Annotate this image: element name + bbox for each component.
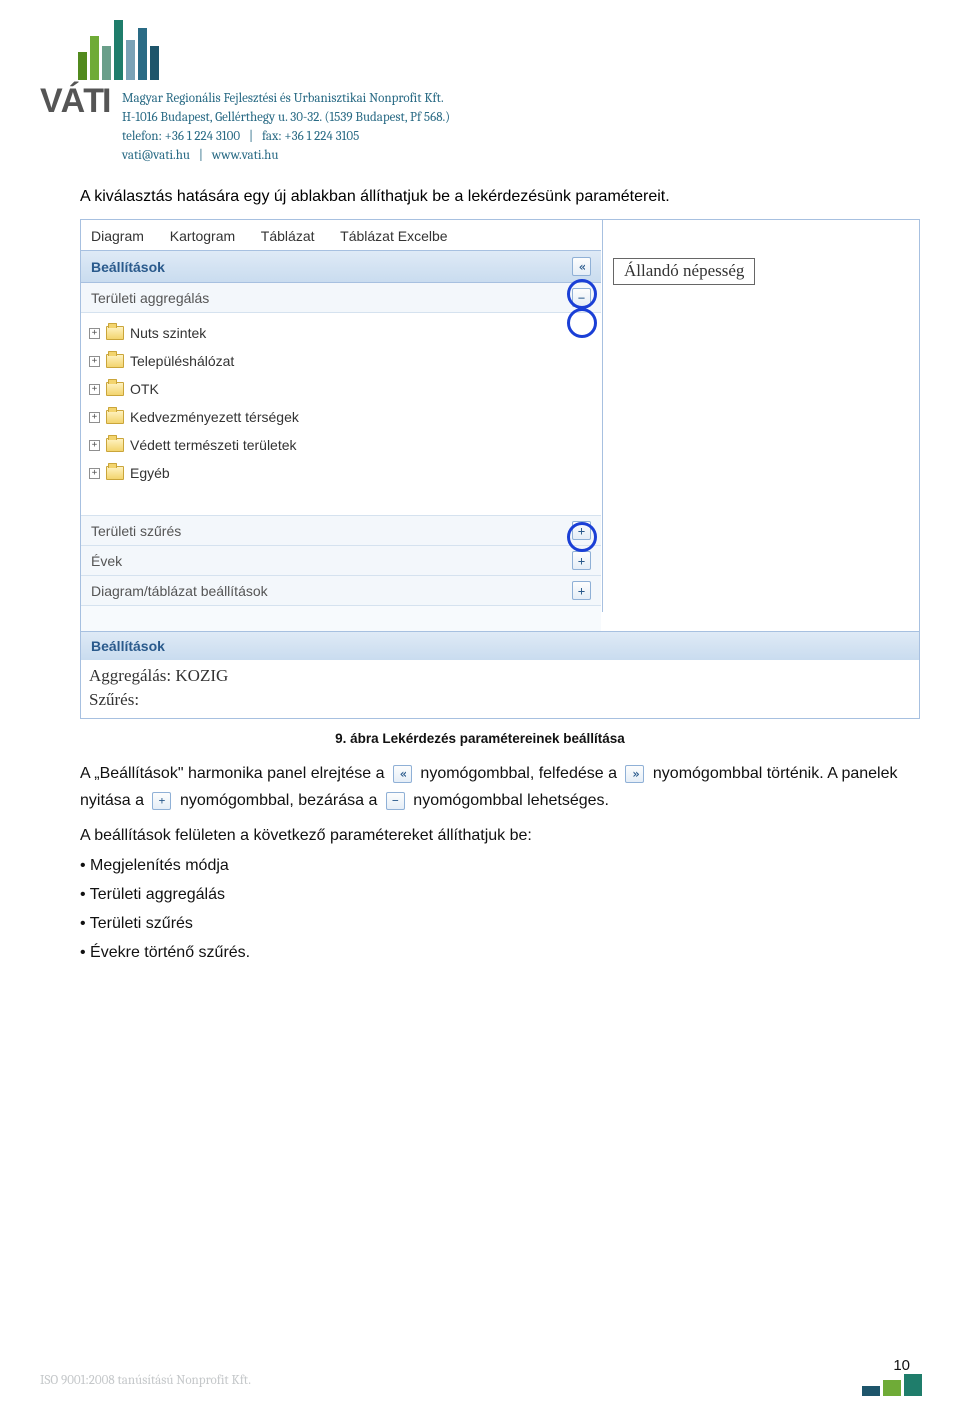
area-filter-label: Területi szűrés (91, 523, 181, 539)
corner-bars-icon (862, 1374, 922, 1396)
area-filter-expand-button[interactable]: + (572, 521, 591, 540)
page: VÁTI Magyar Regionális Fejlesztési és Ur… (0, 0, 960, 1426)
logo-bars-icon (78, 10, 180, 80)
chart-settings-row: Diagram/táblázat beállítások + (81, 575, 601, 605)
tab-tablazat-excel[interactable]: Táblázat Excelbe (340, 228, 447, 244)
area-aggregation-label: Területi aggregálás (91, 290, 209, 306)
tree-item[interactable]: +Védett természeti területek (89, 431, 601, 459)
list-item: Területi aggregálás (80, 881, 920, 908)
inline-minus-icon: − (386, 792, 405, 810)
years-label: Évek (91, 553, 122, 569)
inline-expand-icon: » (625, 765, 644, 783)
tree-item[interactable]: +Településhálózat (89, 347, 601, 375)
list-item: Évekre történő szűrés. (80, 939, 920, 966)
app-screenshot: Diagram Kartogram Táblázat Táblázat Exce… (80, 219, 920, 719)
tree-item[interactable]: +Nuts szintek (89, 319, 601, 347)
tree-item[interactable]: +Kedvezményezett térségek (89, 403, 601, 431)
chart-settings-expand-button[interactable]: + (572, 581, 591, 600)
collapse-settings-button[interactable]: « (572, 257, 591, 276)
indicator-tag[interactable]: Állandó népesség (613, 258, 755, 285)
header-address-block: Magyar Regionális Fejlesztési és Urbanis… (122, 90, 450, 165)
tree-expand-icon[interactable]: + (89, 328, 100, 339)
tab-diagram[interactable]: Diagram (91, 228, 144, 244)
folder-icon (106, 438, 124, 452)
paragraph-1: A „Beállítások" harmonika panel elrejtés… (80, 760, 920, 814)
area-aggregation-collapse-button[interactable]: − (572, 288, 591, 307)
footer-settings-header: Beállítások (81, 631, 919, 660)
letterhead: VÁTI Magyar Regionális Fejlesztési és Ur… (40, 10, 920, 165)
footer-status: Aggregálás: KOZIG Szűrés: (81, 660, 919, 718)
area-aggregation-row: Területi aggregálás − (81, 283, 601, 313)
tree-item[interactable]: +Egyéb (89, 459, 601, 487)
list-item: Megjelenítés módja (80, 852, 920, 879)
bullet-list: Megjelenítés módja Területi aggregálás T… (80, 852, 920, 967)
tree-expand-icon[interactable]: + (89, 440, 100, 451)
inline-plus-icon: + (152, 792, 171, 810)
tree-expand-icon[interactable]: + (89, 412, 100, 423)
area-filter-row: Területi szűrés + (81, 515, 601, 545)
tree-item[interactable]: +OTK (89, 375, 601, 403)
company-phone: telefon: +36 1 224 3100 | fax: +36 1 224… (122, 128, 450, 147)
company-links: vati@vati.hu | www.vati.hu (122, 147, 450, 166)
blank-row (81, 605, 601, 631)
right-panel: Állandó népesség (602, 220, 919, 612)
list-item: Területi szűrés (80, 910, 920, 937)
years-row: Évek + (81, 545, 601, 575)
footer-settings-title: Beállítások (91, 638, 165, 654)
inline-collapse-icon: « (393, 765, 412, 783)
page-number: 10 (893, 1357, 910, 1374)
years-expand-button[interactable]: + (572, 551, 591, 570)
folder-icon (106, 326, 124, 340)
tab-tablazat[interactable]: Táblázat (261, 228, 315, 244)
folder-icon (106, 354, 124, 368)
tree-expand-icon[interactable]: + (89, 468, 100, 479)
chart-settings-label: Diagram/táblázat beállítások (91, 583, 268, 599)
tree-expand-icon[interactable]: + (89, 356, 100, 367)
tree-expand-icon[interactable]: + (89, 384, 100, 395)
company-address: H-1016 Budapest, Gellérthegy u. 30-32. (… (122, 109, 450, 128)
company-name: Magyar Regionális Fejlesztési és Urbanis… (122, 90, 450, 109)
aggregation-value: Aggregálás: KOZIG (89, 664, 911, 688)
settings-header: Beállítások « (81, 250, 601, 283)
folder-icon (106, 466, 124, 480)
intro-text: A kiválasztás hatására egy új ablakban á… (80, 185, 920, 209)
folder-icon (106, 382, 124, 396)
paragraph-2: A beállítások felületen a következő para… (80, 822, 920, 849)
folder-icon (106, 410, 124, 424)
settings-title: Beállítások (91, 259, 165, 275)
figure-caption: 9. ábra Lekérdezés paramétereinek beállí… (40, 731, 920, 746)
tab-kartogram[interactable]: Kartogram (170, 228, 235, 244)
filter-value: Szűrés: (89, 688, 911, 712)
iso-footer: ISO 9001:2008 tanúsítású Nonprofit Kft. (40, 1373, 251, 1388)
aggregation-tree: +Nuts szintek +Településhálózat +OTK +Ke… (81, 313, 601, 515)
